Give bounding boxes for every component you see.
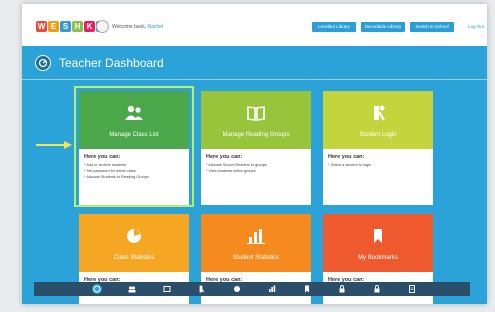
welcome-message: Welcome back, Rachel	[112, 24, 163, 30]
card-heading: Here you can:	[328, 154, 365, 160]
card-heading: Here you can:	[206, 154, 243, 160]
switch-to-school-button[interactable]: Switch to School	[410, 22, 454, 32]
card-header: Student Login	[323, 91, 433, 149]
decodable-library-button[interactable]: Decodable Library	[361, 22, 405, 32]
book-icon	[247, 106, 265, 121]
bookmark-icon[interactable]	[302, 284, 312, 294]
lock-icon[interactable]	[372, 284, 382, 294]
bar-chart-icon	[247, 229, 265, 244]
logo-letter: K	[84, 21, 95, 32]
pointer-arrow-icon	[36, 141, 72, 149]
list-item: * View students within groups	[206, 169, 256, 173]
list-item: * Select a student to login	[328, 163, 372, 167]
card-header: Manage Reading Groups	[201, 91, 311, 149]
top-bar: W E S H K O Welcome back, Rachel Levelle…	[22, 4, 487, 46]
levelled-library-button[interactable]: Levelled Library	[312, 22, 356, 32]
bookmark-icon	[374, 229, 382, 243]
app-window: W E S H K O Welcome back, Rachel Levelle…	[22, 4, 487, 304]
card-title: Student Statistics	[232, 255, 280, 261]
logo-letter: S	[60, 21, 71, 32]
logo-letter: E	[48, 21, 59, 32]
manage-reading-groups-card[interactable]: Manage Reading Groups Here you can: * Al…	[201, 91, 311, 205]
book-icon[interactable]	[162, 284, 172, 294]
users-icon[interactable]	[127, 284, 137, 294]
card-header: My Bookmarks	[323, 214, 433, 272]
document-icon[interactable]	[407, 284, 417, 294]
card-title: Manage Reading Groups	[222, 132, 290, 138]
dashboard-area: Teacher Dashboard Manage Class List Here…	[22, 46, 487, 304]
selection-highlight	[74, 86, 194, 207]
card-title: Class Statistics	[113, 255, 155, 261]
title-divider	[22, 79, 487, 80]
home-icon[interactable]	[92, 284, 102, 294]
page-title: Teacher Dashboard	[59, 56, 164, 70]
logout-link[interactable]: Log Out	[468, 22, 484, 32]
user-name[interactable]: Rachel	[147, 24, 163, 30]
card-body: Here you can: * Allocate School Readers …	[201, 149, 311, 205]
avatar[interactable]	[96, 20, 109, 33]
bar-chart-icon[interactable]	[267, 284, 277, 294]
card-title: Student Login	[359, 132, 397, 138]
welcome-text: Welcome back,	[112, 24, 147, 30]
card-header: Student Statistics	[201, 214, 311, 272]
pie-chart-icon	[127, 229, 141, 243]
logo-letter: H	[72, 21, 83, 32]
student-login-icon	[374, 105, 385, 121]
student-login-card[interactable]: Student Login Here you can: * Select a s…	[323, 91, 433, 205]
student-login-icon[interactable]	[197, 284, 207, 294]
card-body: Here you can: * Select a student to logi…	[323, 149, 433, 205]
dashboard-icon	[35, 55, 51, 71]
lock-icon[interactable]	[337, 284, 347, 294]
pie-chart-icon[interactable]	[232, 284, 242, 294]
bottom-nav-bar	[34, 282, 470, 296]
logo-letter: W	[36, 21, 47, 32]
card-header: Class Statistics	[79, 214, 189, 272]
card-title: My Bookmarks	[358, 255, 398, 261]
